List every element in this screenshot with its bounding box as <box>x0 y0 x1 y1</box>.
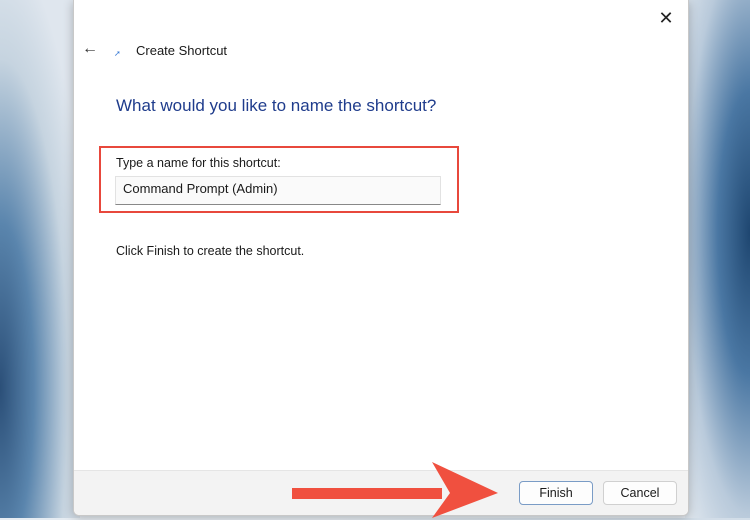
back-arrow-icon[interactable]: ← <box>82 40 98 58</box>
page-heading: What would you like to name the shortcut… <box>116 96 437 115</box>
close-button[interactable]: ✕ <box>656 8 676 28</box>
cancel-button[interactable]: Cancel <box>603 481 677 505</box>
instruction-text: Click Finish to create the shortcut. <box>116 244 305 258</box>
annotation-arrow-icon <box>292 462 498 518</box>
shortcut-name-input[interactable]: Command Prompt (Admin) <box>115 176 441 205</box>
shortcut-icon: ➚ <box>114 49 121 58</box>
finish-button[interactable]: Finish <box>519 481 593 505</box>
wallpaper-left <box>0 0 80 518</box>
wallpaper-right <box>685 0 750 518</box>
window-title: Create Shortcut <box>136 43 228 58</box>
name-label: Type a name for this shortcut: <box>116 156 281 170</box>
create-shortcut-dialog: ✕ ← ➚ Create Shortcut What would you lik… <box>73 0 689 516</box>
